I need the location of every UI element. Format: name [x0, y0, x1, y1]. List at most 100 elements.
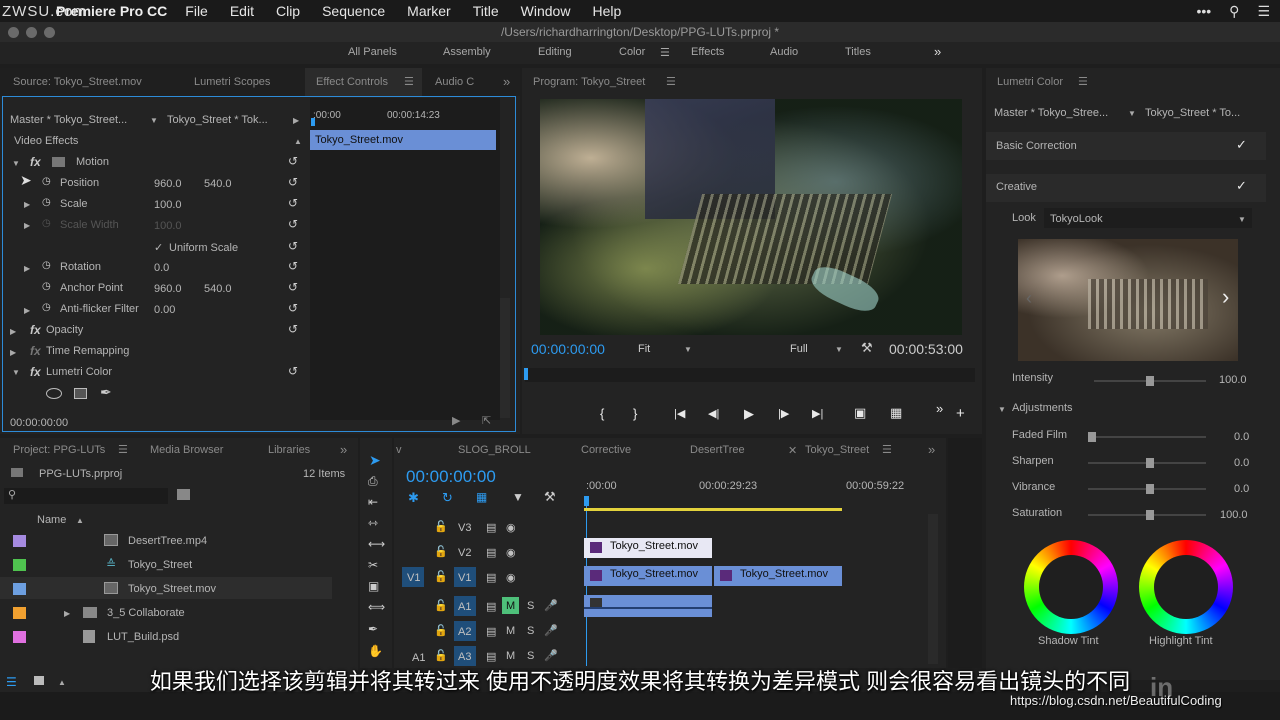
- a2-sync-icon[interactable]: ▤: [486, 625, 496, 638]
- add-marker-icon[interactable]: ▼: [512, 490, 524, 504]
- tab-source[interactable]: Source: Tokyo_Street.mov: [13, 76, 142, 88]
- project-search-input[interactable]: [4, 488, 168, 504]
- quality-dropdown-icon[interactable]: ▼: [835, 345, 843, 354]
- rectangle-mask-icon[interactable]: [74, 388, 87, 399]
- track-a3-label[interactable]: A3: [458, 651, 471, 663]
- slide-tool-icon[interactable]: ⟺: [368, 600, 385, 614]
- look-dropdown-icon[interactable]: ▼: [1238, 215, 1246, 224]
- project-item-collaborate[interactable]: 3_5 Collaborate: [107, 607, 185, 619]
- anchor-y-value[interactable]: 540.0: [204, 283, 232, 295]
- vibrance-value[interactable]: 0.0: [1234, 483, 1249, 495]
- a2-lock-icon[interactable]: 🔓: [434, 624, 448, 637]
- lumetri-collapse-icon[interactable]: ▼: [12, 368, 20, 377]
- a2-solo-button[interactable]: S: [527, 625, 534, 637]
- a1-lock-icon[interactable]: 🔓: [434, 599, 448, 612]
- label-swatch-lut-build[interactable]: [13, 631, 26, 643]
- uniform-scale-reset-icon[interactable]: ↺: [288, 239, 298, 253]
- workspaces-overflow-button[interactable]: »: [934, 44, 941, 59]
- source-v1-label[interactable]: V1: [407, 572, 420, 584]
- workspace-audio[interactable]: Audio: [770, 46, 798, 58]
- position-reset-icon[interactable]: ↺: [288, 175, 298, 189]
- lumetri-sequence-clip[interactable]: Tokyo_Street * To...: [1145, 107, 1240, 119]
- anchor-x-value[interactable]: 960.0: [154, 283, 182, 295]
- fit-dropdown-icon[interactable]: ▼: [684, 345, 692, 354]
- motion-fx-icon[interactable]: fx: [30, 155, 41, 169]
- pen-mask-icon[interactable]: ✒: [100, 384, 112, 401]
- timeline-timecode[interactable]: 00:00:00:00: [406, 467, 496, 487]
- program-playhead[interactable]: [524, 368, 528, 380]
- ec-export-icon[interactable]: ⇱: [482, 414, 491, 427]
- v2-eye-icon[interactable]: ◉: [506, 546, 516, 559]
- tab-media-browser[interactable]: Media Browser: [150, 444, 223, 456]
- v3-eye-icon[interactable]: ◉: [506, 521, 516, 534]
- sharpen-slider[interactable]: [1088, 458, 1206, 468]
- basic-correction-checkbox[interactable]: ✓: [1236, 137, 1247, 153]
- project-item-tokyo-mov[interactable]: Tokyo_Street.mov: [128, 583, 216, 595]
- selection-tool-icon[interactable]: ➤: [369, 452, 381, 469]
- program-video-frame[interactable]: [540, 99, 962, 335]
- anchor-reset-icon[interactable]: ↺: [288, 280, 298, 294]
- lumetri-panel-title[interactable]: Lumetri Color: [997, 76, 1063, 88]
- snap-icon[interactable]: ✱: [408, 490, 419, 506]
- sort-ascending-icon[interactable]: ▲: [76, 516, 84, 525]
- insert-overwrite-icon[interactable]: ▦: [476, 490, 487, 504]
- a1-sync-icon[interactable]: ▤: [486, 600, 496, 613]
- position-y-value[interactable]: 540.0: [204, 178, 232, 190]
- new-bin-icon[interactable]: [177, 489, 190, 500]
- menu-file[interactable]: File: [185, 3, 208, 19]
- workspace-editing[interactable]: Editing: [538, 46, 572, 58]
- vibrance-handle[interactable]: [1146, 484, 1154, 494]
- track-v1-label[interactable]: V1: [458, 572, 471, 584]
- track-v3-label[interactable]: V3: [458, 522, 471, 534]
- ec-playhead[interactable]: [311, 118, 315, 126]
- track-select-tool-icon[interactable]: ⎙: [368, 474, 378, 489]
- antiflicker-stopwatch-icon[interactable]: ◷: [42, 302, 51, 313]
- mark-in-button[interactable]: {: [600, 406, 604, 421]
- rotation-reset-icon[interactable]: ↺: [288, 259, 298, 273]
- faded-film-value[interactable]: 0.0: [1234, 431, 1249, 443]
- lumetri-menu-icon[interactable]: ☰: [1078, 75, 1088, 88]
- workspace-effects[interactable]: Effects: [691, 46, 724, 58]
- intensity-slider-handle[interactable]: [1146, 376, 1154, 386]
- tab-slog-broll[interactable]: SLOG_BROLL: [458, 444, 531, 456]
- opacity-expand-icon[interactable]: ▶: [10, 327, 16, 336]
- v3-lock-icon[interactable]: 🔓: [434, 520, 448, 533]
- menu-clip[interactable]: Clip: [276, 3, 300, 19]
- lumetri-reset-icon[interactable]: ↺: [288, 364, 298, 378]
- antiflicker-expand-icon[interactable]: ▶: [24, 306, 30, 315]
- saturation-slider[interactable]: [1088, 510, 1206, 520]
- track-v2-label[interactable]: V2: [458, 547, 471, 559]
- pen-tool-icon[interactable]: ✒: [368, 622, 378, 636]
- shadow-tint-wheel[interactable]: [1024, 540, 1118, 634]
- project-overflow-button[interactable]: »: [340, 442, 347, 457]
- tab-tokyo-street[interactable]: Tokyo_Street: [805, 444, 869, 456]
- a3-solo-button[interactable]: S: [527, 650, 534, 662]
- ec-sequence-clip[interactable]: Tokyo_Street * Tok...: [167, 114, 268, 126]
- vibrance-slider[interactable]: [1088, 484, 1206, 494]
- extract-button[interactable]: ▦: [890, 405, 902, 421]
- tab-deserttree[interactable]: DesertTree: [690, 444, 745, 456]
- lumetri-fx-icon[interactable]: fx: [30, 365, 41, 379]
- effect-controls-menu-icon[interactable]: ☰: [404, 75, 414, 88]
- position-x-value[interactable]: 960.0: [154, 178, 182, 190]
- workspace-assembly[interactable]: Assembly: [443, 46, 491, 58]
- v1-sync-icon[interactable]: ▤: [486, 571, 496, 584]
- wrench-settings-icon[interactable]: ⚒: [861, 340, 873, 356]
- a1-mute-button[interactable]: M: [506, 600, 515, 612]
- anchor-stopwatch-icon[interactable]: ◷: [42, 281, 51, 292]
- project-item-lut-build[interactable]: LUT_Build.psd: [107, 631, 179, 643]
- uniform-scale-checkbox[interactable]: ✓: [154, 241, 163, 254]
- a1-solo-button[interactable]: S: [527, 600, 534, 612]
- scale-width-reset-icon[interactable]: ↺: [288, 217, 298, 231]
- tab-effect-controls[interactable]: Effect Controls: [316, 76, 388, 88]
- work-area-bar[interactable]: [584, 508, 842, 511]
- scale-value[interactable]: 100.0: [154, 199, 182, 211]
- a2-record-icon[interactable]: 🎤: [544, 624, 558, 637]
- program-quality-dropdown[interactable]: Full: [790, 343, 808, 355]
- timeline-scrollbar[interactable]: [928, 514, 938, 664]
- saturation-value[interactable]: 100.0: [1220, 509, 1248, 521]
- ec-master-dropdown-icon[interactable]: ▼: [150, 116, 158, 125]
- timeline-settings-icon[interactable]: ⚒: [544, 489, 556, 505]
- opacity-reset-icon[interactable]: ↺: [288, 322, 298, 336]
- a1-record-icon[interactable]: 🎤: [544, 599, 558, 612]
